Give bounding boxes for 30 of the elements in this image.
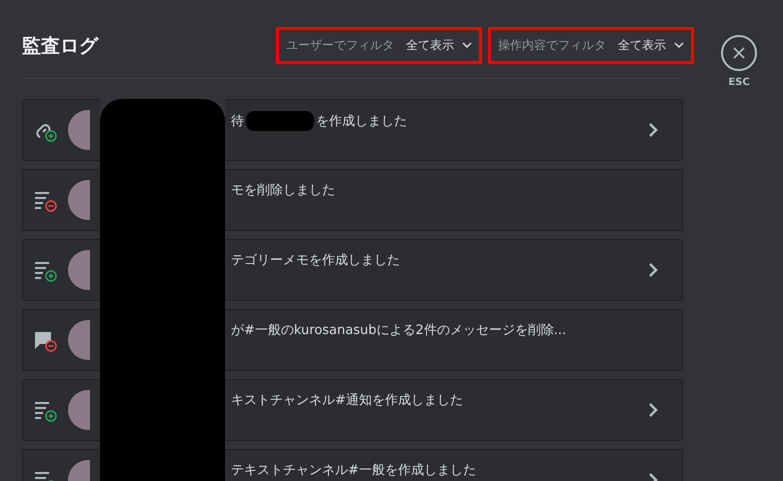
chevron-right-icon[interactable] — [648, 122, 658, 138]
caret-icon — [462, 42, 472, 48]
close-icon — [731, 45, 747, 61]
caret-icon — [674, 42, 684, 48]
close-button[interactable] — [721, 35, 757, 71]
filter-dropdown[interactable]: 操作内容でフィルタ 全て表示 — [488, 26, 694, 64]
log-entry-text: テゴリーメモを作成しました — [231, 252, 400, 269]
filter-dropdown[interactable]: ユーザーでフィルタ 全て表示 — [276, 26, 482, 64]
audit-log-entry[interactable]: モを削除しました — [225, 169, 683, 231]
avatar-photo-placeholder — [68, 390, 90, 430]
redaction-block — [246, 111, 314, 131]
chevron-right-icon[interactable] — [648, 402, 658, 418]
page-title: 監査ログ — [22, 34, 98, 59]
log-entry-text: キストチャンネル#通知を作成しました — [231, 392, 463, 409]
esc-label: ESC — [728, 77, 750, 88]
audit-log-entry[interactable]: キストチャンネル#通知を作成しました — [225, 379, 683, 441]
avatar-photo-placeholder — [68, 180, 90, 220]
audit-log-entry[interactable]: テゴリーメモを作成しました — [225, 239, 683, 301]
log-entry-text: 待 — [231, 113, 244, 130]
log-entry-text: テキストチャンネル#一般を作成しました — [231, 462, 476, 479]
log-entry-text: が#一般のkurosanasubによる2件のメッセージを削除... — [231, 322, 566, 339]
audit-log-entry[interactable]: が#一般のkurosanasubによる2件のメッセージを削除... — [225, 309, 683, 371]
chevron-right-icon[interactable] — [648, 262, 658, 278]
audit-log-entry[interactable]: テキストチャンネル#一般を作成しました — [225, 449, 683, 481]
log-entry-text: モを削除しました — [231, 182, 335, 199]
avatar-photo-placeholder — [68, 320, 90, 360]
avatar-photo-placeholder — [68, 250, 90, 290]
audit-log-entry[interactable]: 待 を作成しました — [225, 99, 683, 161]
log-entry-text: を作成しました — [316, 113, 407, 130]
avatar-photo-placeholder — [68, 110, 90, 150]
